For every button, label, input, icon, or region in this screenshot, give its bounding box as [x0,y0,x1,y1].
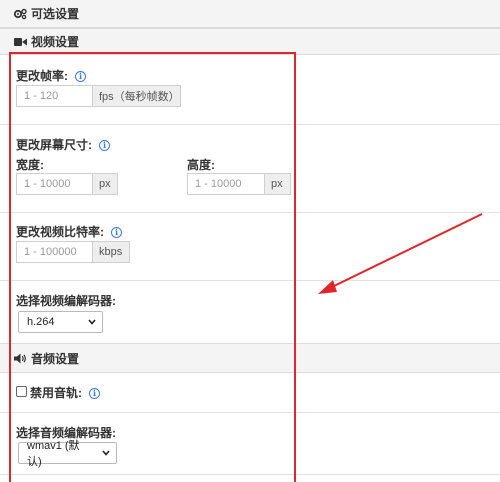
annotation-arrow [318,213,483,294]
